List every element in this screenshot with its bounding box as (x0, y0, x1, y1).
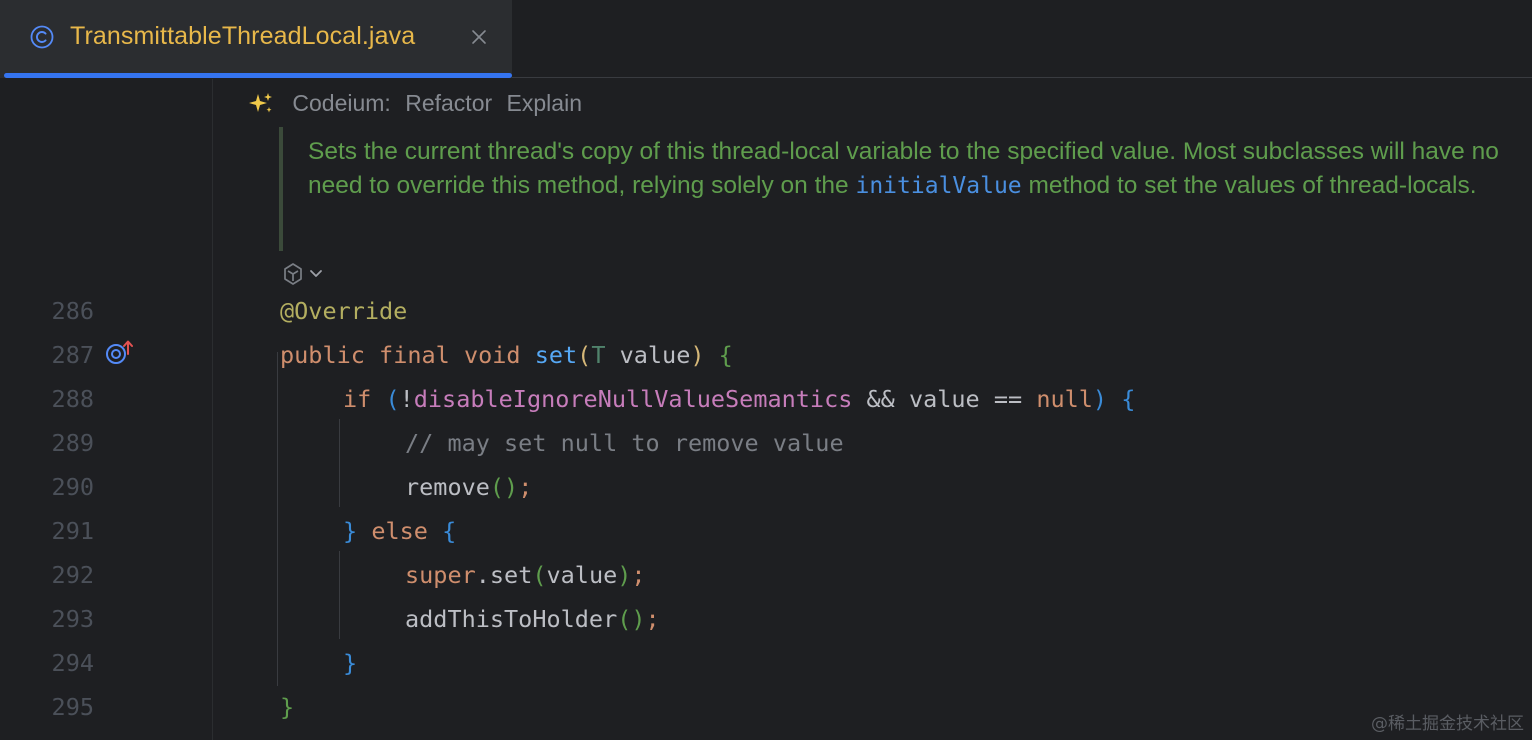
line-number[interactable]: 288 (30, 377, 94, 421)
editor-tab-bar: TransmittableThreadLocal.java (0, 0, 1532, 78)
code-token: ; (645, 605, 660, 633)
code-token: final (379, 341, 450, 369)
code-token: && value == (852, 385, 1037, 413)
code-token: super (405, 561, 476, 589)
doc-text-part2: method to set the values of thread-local… (1021, 172, 1477, 199)
code-token: ; (631, 561, 646, 589)
code-line[interactable]: 292 super.set(value); (0, 553, 1532, 597)
code-token: ) (617, 561, 632, 589)
code-line[interactable]: 286 @Override (0, 289, 1532, 333)
code-line[interactable]: 291} else { (0, 509, 1532, 553)
code-token: .set (475, 561, 533, 589)
class-c-icon (30, 25, 54, 49)
code-token: ( (532, 561, 547, 589)
doc-comment-bar (279, 127, 283, 251)
sparkle-icon (249, 92, 272, 113)
code-line[interactable]: 293 addThisToHolder(); (0, 597, 1532, 641)
code-token: } (280, 693, 295, 721)
code-token: remove (405, 473, 490, 501)
editor-tab-active[interactable]: TransmittableThreadLocal.java (0, 0, 512, 78)
code-text: super.set(value); (405, 553, 646, 597)
code-text: @Override (280, 289, 407, 333)
code-token: else (371, 517, 428, 545)
ai-render-toggle-icon[interactable] (281, 261, 327, 287)
line-number[interactable]: 294 (30, 641, 94, 685)
code-token: { (718, 341, 733, 369)
code-line[interactable]: 290 remove(); (0, 465, 1532, 509)
code-line[interactable]: 288 if (!disableIgnoreNullValueSemantics … (0, 377, 1532, 421)
watermark: @稀土掘金技术社区 (1371, 714, 1524, 734)
code-token: T (591, 341, 606, 369)
code-token: ) (1092, 385, 1108, 413)
line-number[interactable]: 292 (30, 553, 94, 597)
code-text: if (!disableIgnoreNullValueSemantics && … (343, 377, 1135, 421)
code-text: // may set null to remove value (405, 421, 844, 465)
code-token: ! (399, 385, 414, 413)
code-token: } (343, 517, 358, 545)
code-line[interactable]: 294} (0, 641, 1532, 685)
code-text: } else { (343, 509, 456, 553)
code-token: addThisToHolder (405, 605, 618, 633)
close-x-icon[interactable] (467, 25, 491, 49)
code-line[interactable]: 287 public final void set(T value) { (0, 333, 1532, 377)
ide-window: TransmittableThreadLocal.java Codeium: R… (0, 0, 1532, 740)
code-line[interactable]: 289 // may set null to remove value (0, 421, 1532, 465)
code-token: } (343, 649, 358, 677)
rendered-doc-comment: Sets the current thread's copy of this t… (308, 135, 1523, 203)
codeium-code-lens: Codeium: Refactor Explain (248, 89, 582, 119)
code-token: // may set null to remove value (405, 429, 844, 457)
code-text: public final void set(T value) { (280, 333, 733, 377)
code-token: set (534, 341, 578, 369)
codeium-label: Codeium: (292, 90, 391, 117)
line-number[interactable]: 290 (30, 465, 94, 509)
line-number[interactable]: 293 (30, 597, 94, 641)
code-token: value (546, 561, 618, 589)
code-token: if (343, 385, 372, 413)
codeium-refactor-link[interactable]: Refactor (405, 90, 492, 117)
active-tab-indicator (4, 73, 512, 78)
code-token: void (463, 341, 521, 369)
code-editor[interactable]: Codeium: Refactor Explain Sets the curre… (0, 79, 1532, 740)
code-token: @Override (280, 297, 408, 325)
code-token: ( (385, 385, 400, 413)
line-number[interactable]: 287 (30, 333, 94, 377)
code-token: ) (690, 341, 705, 369)
line-number[interactable]: 295 (30, 685, 94, 729)
code-token: null (1036, 385, 1093, 413)
codeium-explain-link[interactable]: Explain (507, 90, 582, 117)
line-number[interactable]: 289 (30, 421, 94, 465)
tab-title: TransmittableThreadLocal.java (70, 22, 416, 50)
code-line[interactable]: 295} (0, 685, 1532, 729)
code-text: addThisToHolder(); (405, 597, 660, 641)
doc-code-reference[interactable]: initialValue (855, 173, 1021, 199)
code-text: } (343, 641, 357, 685)
code-token: ; (518, 473, 533, 501)
code-text: } (280, 685, 294, 729)
code-token: { (442, 517, 457, 545)
line-number[interactable]: 291 (30, 509, 94, 553)
code-token: { (1121, 385, 1136, 413)
line-number[interactable]: 286 (30, 289, 94, 333)
code-token: ( (577, 341, 592, 369)
code-token: () (489, 473, 519, 501)
code-token: value (605, 341, 691, 369)
code-token: () (617, 605, 646, 633)
code-token: disableIgnoreNullValueSemantics (413, 385, 853, 413)
code-token: public (280, 341, 365, 369)
code-text: remove(); (405, 465, 532, 509)
